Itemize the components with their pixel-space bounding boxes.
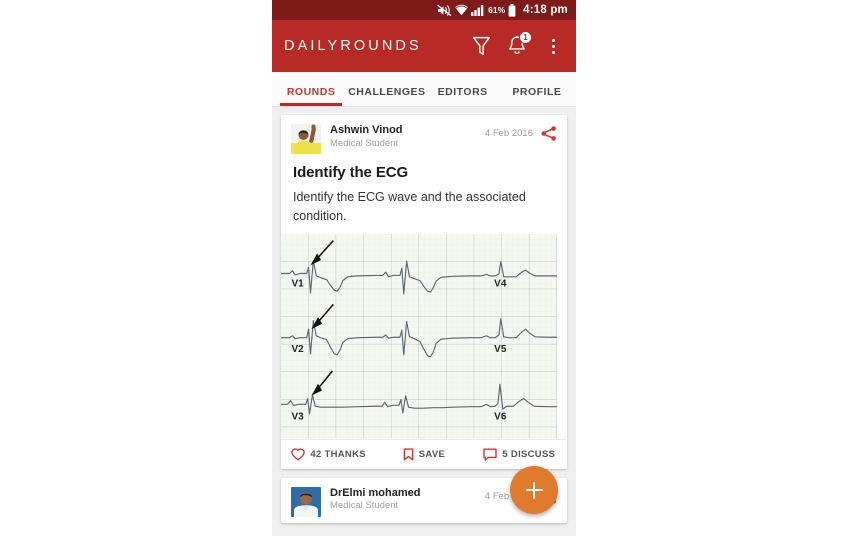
- author-name: DrElmi mohamed: [330, 486, 421, 499]
- post-body: Identify the ECG wave and the associated…: [293, 190, 526, 223]
- comment-icon: [483, 448, 498, 461]
- tab-bar: ROUNDS CHALLENGES EDITORS PROFILE: [272, 72, 576, 107]
- notifications-button[interactable]: 1: [506, 31, 532, 58]
- ecg-lead-label: V5: [494, 344, 507, 355]
- ecg-lead-label: V2: [291, 344, 304, 355]
- phone-viewport: 61% 4:18 pm DAILYROUNDS 1 ROUNDS CHALLEN…: [272, 0, 576, 536]
- filter-funnel-icon: [472, 36, 490, 55]
- create-post-fab[interactable]: [510, 466, 558, 514]
- tab-challenges[interactable]: CHALLENGES: [348, 86, 425, 106]
- post-title: Identify the ECG: [293, 164, 409, 181]
- tab-rounds[interactable]: ROUNDS: [274, 86, 348, 106]
- mute-icon: [437, 4, 452, 16]
- save-button[interactable]: SAVE: [376, 448, 471, 461]
- ecg-lead-label: V3: [291, 412, 304, 423]
- share-icon[interactable]: [541, 126, 557, 141]
- tab-editors[interactable]: EDITORS: [426, 86, 500, 106]
- author-info: DrElmi mohamed Medical Student: [330, 487, 485, 514]
- battery-percent-label: 61%: [488, 5, 506, 15]
- ecg-lead-label: V1: [291, 278, 304, 289]
- save-label: SAVE: [418, 448, 446, 460]
- post-header: Ashwin Vinod Medical Student 4 Feb 2016: [281, 115, 567, 160]
- bookmark-icon: [403, 448, 414, 461]
- status-bar: 61% 4:18 pm: [272, 0, 576, 20]
- app-bar-actions: 1: [470, 31, 564, 58]
- author-role: Medical Student: [330, 137, 399, 149]
- author-role: Medical Student: [330, 500, 399, 512]
- app-bar: DAILYROUNDS 1: [272, 20, 576, 72]
- app-title: DAILYROUNDS: [284, 38, 422, 54]
- screenshot-canvas: 61% 4:18 pm DAILYROUNDS 1 ROUNDS CHALLEN…: [0, 0, 848, 536]
- post-image[interactable]: V1 V2 V3 V4 V5 V6: [281, 234, 567, 439]
- ecg-strip-image: V1 V2 V3 V4 V5 V6: [281, 234, 557, 439]
- discuss-label: 5 DISCUSS: [502, 448, 556, 460]
- tab-profile[interactable]: PROFILE: [500, 86, 574, 106]
- thanks-label: 42 THANKS: [310, 448, 366, 460]
- status-bar-clock: 4:18 pm: [523, 4, 568, 16]
- author-name: Ashwin Vinod: [330, 124, 403, 136]
- signal-icon: [471, 5, 484, 16]
- status-bar-icons: 61%: [437, 3, 516, 17]
- post-date: 4 Feb 2016: [484, 128, 533, 139]
- battery-icon: [508, 3, 516, 17]
- overflow-menu-button[interactable]: [542, 34, 564, 58]
- avatar-image: [291, 124, 321, 154]
- ecg-lead-label: V6: [494, 412, 507, 423]
- wifi-icon: [455, 4, 468, 16]
- discuss-button[interactable]: 5 DISCUSS: [472, 448, 567, 461]
- thanks-button[interactable]: 42 THANKS: [281, 448, 376, 461]
- notification-badge: 1: [519, 31, 532, 44]
- avatar[interactable]: [291, 124, 321, 154]
- heart-icon: [291, 448, 306, 461]
- post-action-bar: 42 THANKS SAVE 5 DISCUSS: [281, 438, 567, 469]
- ecg-lead-label: V4: [494, 278, 507, 289]
- author-info: Ashwin Vinod Medical Student: [330, 124, 485, 151]
- avatar[interactable]: [291, 486, 321, 517]
- avatar-image: [291, 486, 321, 517]
- post-card[interactable]: Ashwin Vinod Medical Student 4 Feb 2016: [281, 115, 567, 469]
- overflow-menu-icon: [551, 38, 555, 54]
- post-meta: 4 Feb 2016: [485, 124, 557, 141]
- filter-button[interactable]: [470, 34, 492, 58]
